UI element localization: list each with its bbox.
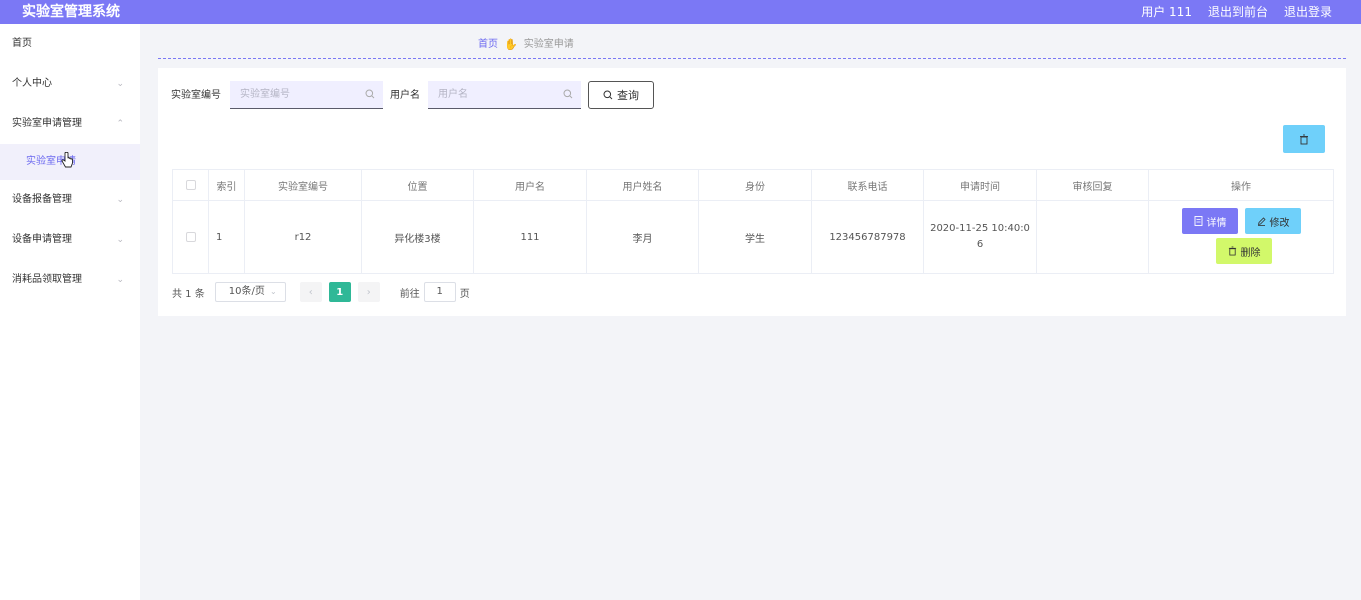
back-to-front-link[interactable]: 退出到前台 bbox=[1208, 4, 1268, 20]
chevron-down-icon: ⌄ bbox=[116, 195, 124, 205]
cell-location: 异化楼3楼 bbox=[361, 200, 474, 274]
chevron-down-icon: ⌄ bbox=[116, 275, 124, 285]
top-header: 实验室管理系统 用户 111 退出到前台 退出登录 bbox=[0, 0, 1361, 24]
chevron-down-icon: ⌄ bbox=[270, 287, 277, 296]
cell-name: 李月 bbox=[586, 200, 699, 274]
cell-apply-time: 2020-11-25 10:40:0 6 bbox=[923, 200, 1037, 274]
pencil-icon bbox=[1257, 217, 1266, 226]
page-size-value: 10条/页 bbox=[228, 286, 265, 297]
lab-no-label: 实验室编号 bbox=[171, 90, 221, 101]
cell-index: 1 bbox=[208, 200, 245, 274]
detail-button-label: 详情 bbox=[1206, 217, 1227, 229]
chevron-down-icon: ⌄ bbox=[116, 79, 124, 89]
row-actions: 详情 修改 删除 bbox=[1149, 201, 1333, 273]
chevron-up-icon: ⌃ bbox=[116, 119, 124, 129]
prev-page-button[interactable]: ‹ bbox=[299, 282, 322, 302]
table-row: 1 r12 异化楼3楼 111 李月 学生 123456787978 2020-… bbox=[172, 200, 1334, 274]
table-header-row: 索引 实验室编号 位置 用户名 用户姓名 身份 联系电话 申请时间 审核回复 操… bbox=[172, 169, 1334, 201]
row-select-cell bbox=[172, 200, 209, 274]
app-title: 实验室管理系统 bbox=[22, 4, 120, 20]
cell-actions: 详情 修改 删除 bbox=[1148, 200, 1334, 274]
sidebar-item-consumables-management[interactable]: 消耗品领取管理 ⌄ bbox=[0, 260, 140, 300]
column-header: 用户姓名 bbox=[586, 169, 699, 201]
cell-review-reply bbox=[1036, 200, 1149, 274]
delete-button-label: 删除 bbox=[1240, 247, 1261, 259]
column-header: 联系电话 bbox=[811, 169, 924, 201]
sidebar-item-device-application-management[interactable]: 设备申请管理 ⌄ bbox=[0, 220, 140, 260]
lab-application-table: 索引 实验室编号 位置 用户名 用户姓名 身份 联系电话 申请时间 审核回复 操… bbox=[172, 169, 1334, 274]
breadcrumb-home-link[interactable]: 首页 bbox=[478, 38, 498, 52]
query-button-label: 查询 bbox=[617, 89, 639, 102]
sidebar-item-device-report-management[interactable]: 设备报备管理 ⌄ bbox=[0, 180, 140, 220]
user-label: 用户 111 bbox=[1141, 5, 1192, 19]
page-size-select[interactable]: 10条/页 ⌄ bbox=[214, 282, 286, 302]
column-header: 索引 bbox=[208, 169, 245, 201]
main-panel: 实验室编号 实验室编号 用户名 用户名 查询 索引 实验室编号 位置 用户名 用… bbox=[158, 68, 1346, 316]
trash-icon bbox=[1300, 134, 1308, 144]
column-header: 用户名 bbox=[473, 169, 587, 201]
goto-label: 前往 bbox=[399, 288, 420, 300]
bulk-delete-button[interactable] bbox=[1283, 125, 1325, 153]
next-page-button[interactable]: › bbox=[357, 282, 380, 302]
pagination: 共 1 条 10条/页 ⌄ ‹ 1 › 前往 1 页 bbox=[172, 282, 470, 302]
cell-phone: 123456787978 bbox=[811, 200, 924, 274]
breadcrumb: 首页 ✋ 实验室申请 bbox=[478, 38, 574, 52]
lab-no-placeholder: 实验室编号 bbox=[240, 89, 290, 100]
trash-icon bbox=[1228, 246, 1236, 256]
hand-pointer-cursor-icon bbox=[61, 152, 73, 168]
logout-link[interactable]: 退出登录 bbox=[1284, 4, 1332, 20]
page-number-button[interactable]: 1 bbox=[328, 282, 351, 302]
search-icon bbox=[603, 90, 613, 100]
breadcrumb-divider bbox=[158, 58, 1346, 59]
sidebar-item-label: 首页 bbox=[12, 38, 32, 49]
cell-identity: 学生 bbox=[698, 200, 812, 274]
column-header: 位置 bbox=[361, 169, 474, 201]
sidebar-item-lab-application-management[interactable]: 实验室申请管理 ⌃ bbox=[0, 104, 140, 144]
search-icon bbox=[563, 89, 573, 99]
sidebar: 首页 个人中心 ⌄ 实验室申请管理 ⌃ 实验室申请 设备报备管理 ⌄ 设备申请管… bbox=[0, 24, 140, 600]
sidebar-item-label: 设备报备管理 bbox=[12, 194, 72, 205]
delete-button[interactable]: 删除 bbox=[1216, 238, 1272, 264]
sidebar-item-label: 个人中心 bbox=[12, 78, 52, 89]
apply-time-line1: 2020-11-25 10:40:0 bbox=[930, 223, 1030, 234]
edit-button-label: 修改 bbox=[1269, 217, 1290, 229]
column-header: 申请时间 bbox=[923, 169, 1037, 201]
column-header: 操作 bbox=[1148, 169, 1334, 201]
apply-time-line2: 6 bbox=[976, 239, 984, 250]
column-header: 审核回复 bbox=[1036, 169, 1149, 201]
chevron-right-icon: › bbox=[366, 286, 371, 298]
chevron-left-icon: ‹ bbox=[308, 286, 313, 298]
sidebar-item-label: 消耗品领取管理 bbox=[12, 274, 82, 285]
column-header: 实验室编号 bbox=[244, 169, 362, 201]
document-icon bbox=[1194, 216, 1202, 226]
lab-no-input[interactable]: 实验室编号 bbox=[230, 81, 383, 109]
cell-lab-no: r12 bbox=[244, 200, 362, 274]
column-header: 身份 bbox=[698, 169, 812, 201]
sidebar-item-label: 设备申请管理 bbox=[12, 234, 72, 245]
chevron-down-icon: ⌄ bbox=[116, 235, 124, 245]
row-checkbox[interactable] bbox=[185, 231, 196, 242]
search-icon bbox=[365, 89, 375, 99]
query-button[interactable]: 查询 bbox=[588, 81, 654, 109]
username-input[interactable]: 用户名 bbox=[428, 81, 581, 109]
cell-username: 111 bbox=[473, 200, 587, 274]
sidebar-item-home[interactable]: 首页 bbox=[0, 24, 140, 64]
select-all-checkbox[interactable] bbox=[185, 179, 196, 190]
hand-separator-icon: ✋ bbox=[504, 38, 518, 51]
username-label: 用户名 bbox=[390, 90, 420, 101]
sidebar-item-personal-center[interactable]: 个人中心 ⌄ bbox=[0, 64, 140, 104]
page-suffix-label: 页 bbox=[459, 288, 470, 300]
pagination-total: 共 1 条 bbox=[172, 288, 205, 300]
edit-button[interactable]: 修改 bbox=[1245, 208, 1301, 234]
goto-page-input[interactable]: 1 bbox=[423, 282, 456, 302]
sidebar-item-label: 实验室申请管理 bbox=[12, 118, 82, 129]
detail-button[interactable]: 详情 bbox=[1182, 208, 1238, 234]
username-placeholder: 用户名 bbox=[438, 89, 468, 100]
select-all-header bbox=[172, 169, 209, 201]
header-actions: 用户 111 退出到前台 退出登录 bbox=[1141, 4, 1332, 20]
breadcrumb-current: 实验室申请 bbox=[523, 39, 574, 50]
